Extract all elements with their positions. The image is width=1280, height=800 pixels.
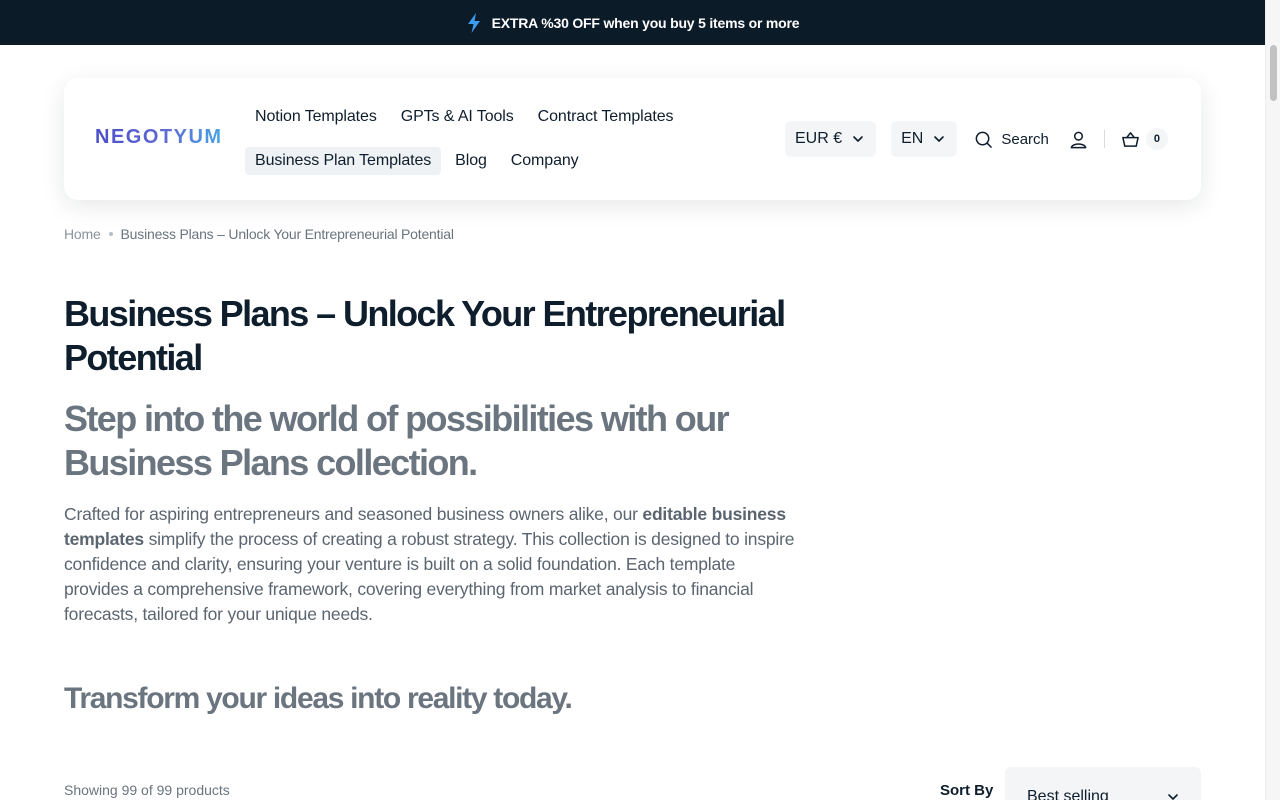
scrollbar-thumb[interactable]: [1270, 45, 1277, 101]
page-title: Business Plans – Unlock Your Entrepreneu…: [64, 293, 786, 378]
sort-select[interactable]: Best selling: [1005, 767, 1201, 800]
search-label: Search: [1001, 130, 1049, 148]
account-button[interactable]: [1069, 130, 1088, 149]
nav-row-2: Business Plan Templates Blog Company: [245, 144, 725, 178]
description-text-end: simplify the process of creating a robus…: [64, 529, 795, 624]
chevron-down-icon: [934, 136, 945, 142]
language-selector[interactable]: EN: [891, 121, 958, 157]
page-scrollbar[interactable]: [1265, 0, 1280, 800]
site-logo[interactable]: NEGOTYUM: [95, 126, 223, 149]
chevron-down-icon: [853, 136, 863, 142]
nav-item-business-plan-templates[interactable]: Business Plan Templates: [245, 147, 442, 175]
nav-row-1: Notion Templates GPTs & AI Tools Contrac…: [245, 100, 725, 134]
description-text-start: Crafted for aspiring entrepreneurs and s…: [64, 504, 643, 524]
user-icon: [1070, 131, 1087, 148]
basket-icon: [1122, 131, 1139, 147]
nav-item-notion-templates[interactable]: Notion Templates: [245, 103, 387, 131]
sort-label: Sort By: [940, 782, 994, 799]
collection-tagline: Transform your ideas into reality today.: [64, 682, 573, 715]
sort-value: Best selling: [1027, 788, 1109, 800]
nav-item-gpts-ai-tools[interactable]: GPTs & AI Tools: [391, 103, 524, 131]
search-icon: [975, 131, 993, 148]
currency-selector[interactable]: EUR €: [785, 121, 877, 157]
nav-item-blog[interactable]: Blog: [445, 147, 497, 175]
announcement-text: EXTRA %30 OFF when you buy 5 items or mo…: [491, 14, 800, 31]
announcement-bar: EXTRA %30 OFF when you buy 5 items or mo…: [0, 0, 1265, 45]
cart-count-badge: 0: [1145, 128, 1168, 150]
cart-button[interactable]: 0: [1121, 128, 1168, 150]
main-navigation: Notion Templates GPTs & AI Tools Contrac…: [245, 100, 725, 188]
breadcrumb-current: Business Plans – Unlock Your Entrepreneu…: [120, 226, 454, 242]
breadcrumb-separator: [108, 232, 113, 236]
header-divider: [1103, 130, 1105, 148]
breadcrumb-home[interactable]: Home: [64, 226, 101, 242]
site-header: NEGOTYUM Notion Templates GPTs & AI Tool…: [64, 78, 1201, 200]
search-button[interactable]: Search: [974, 130, 1049, 149]
product-count: Showing 99 of 99 products: [64, 782, 230, 798]
language-value: EN: [901, 130, 924, 147]
page-subtitle: Step into the world of possibilities wit…: [64, 398, 730, 483]
lightning-bolt-icon: [467, 12, 480, 33]
currency-value: EUR €: [795, 130, 843, 147]
nav-item-contract-templates[interactable]: Contract Templates: [528, 103, 684, 131]
chevron-down-icon: [1168, 794, 1178, 800]
collection-description: Crafted for aspiring entrepreneurs and s…: [64, 502, 804, 627]
header-tools: EUR € EN Search 0: [785, 121, 1168, 157]
nav-item-company[interactable]: Company: [501, 147, 589, 175]
breadcrumb: Home Business Plans – Unlock Your Entrep…: [64, 226, 454, 242]
logo-text: NEGOTYUM: [95, 126, 223, 148]
